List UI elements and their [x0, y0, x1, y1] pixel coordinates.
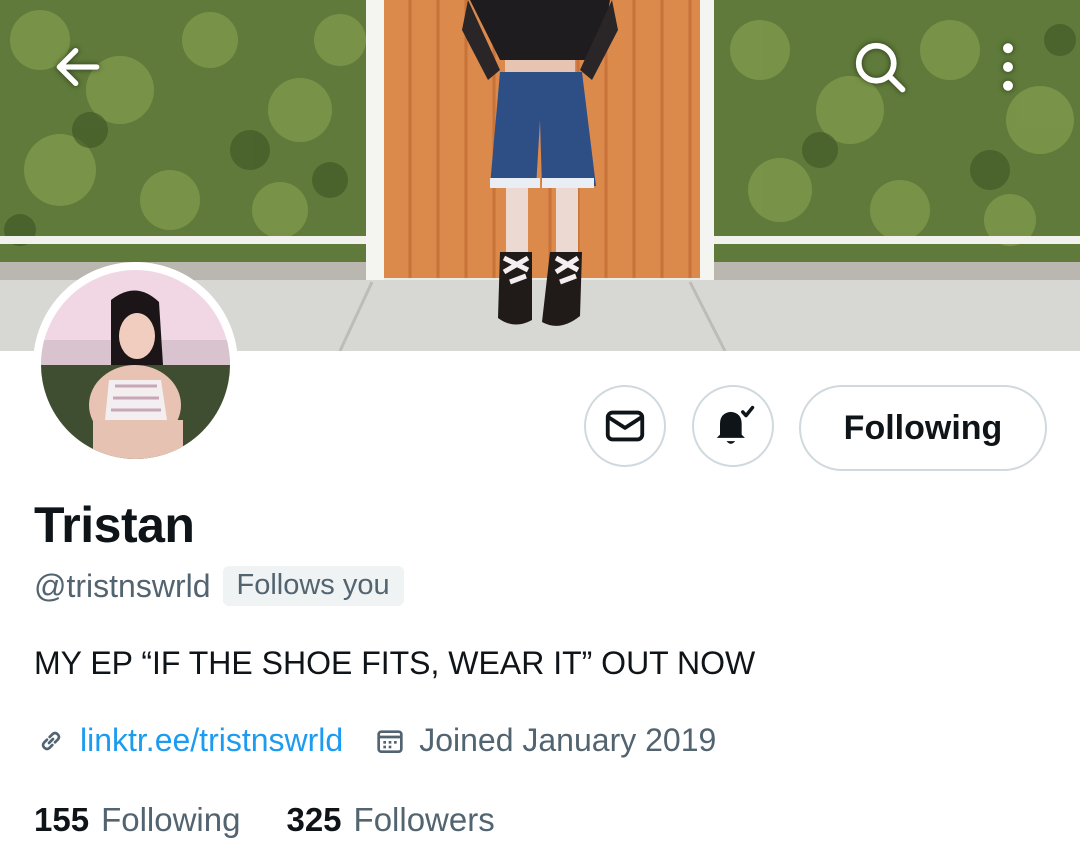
profile-meta: linktr.ee/tristnswrld Joined January 201…: [34, 722, 716, 759]
search-button[interactable]: [848, 35, 912, 99]
following-stat[interactable]: 155 Following: [34, 801, 240, 839]
profile-stats: 155 Following 325 Followers: [34, 801, 541, 839]
notifications-button[interactable]: [692, 385, 774, 467]
more-vertical-icon: [1003, 43, 1013, 91]
following-count: 155: [34, 801, 90, 838]
bell-check-icon: [716, 405, 755, 444]
more-options-button[interactable]: [976, 35, 1040, 99]
message-button[interactable]: [584, 385, 666, 467]
link-icon: [34, 724, 68, 758]
followers-stat-label: Followers: [353, 801, 495, 838]
back-button[interactable]: [46, 35, 110, 99]
calendar-icon: [373, 724, 407, 758]
search-icon: [855, 42, 906, 93]
following-button-label: Following: [843, 408, 1003, 447]
follows-you-badge: Follows you: [222, 566, 404, 606]
avatar[interactable]: [33, 262, 238, 467]
profile-bio: MY EP “IF THE SHOE FITS, WEAR IT” OUT NO…: [34, 645, 756, 681]
joined-date: Joined January 2019: [419, 722, 717, 758]
arrow-left-icon: [56, 47, 100, 87]
username-handle: @tristnswrld: [34, 567, 211, 604]
profile-link[interactable]: linktr.ee/tristnswrld: [80, 722, 343, 759]
followers-stat[interactable]: 325 Followers: [286, 801, 494, 839]
handle-row: @tristnswrld Follows you: [34, 566, 404, 606]
following-button[interactable]: Following: [799, 385, 1047, 471]
mail-icon: [605, 410, 645, 442]
following-stat-label: Following: [101, 801, 241, 838]
display-name: Tristan: [34, 497, 195, 553]
avatar-image: [41, 270, 230, 459]
followers-count: 325: [286, 801, 342, 838]
